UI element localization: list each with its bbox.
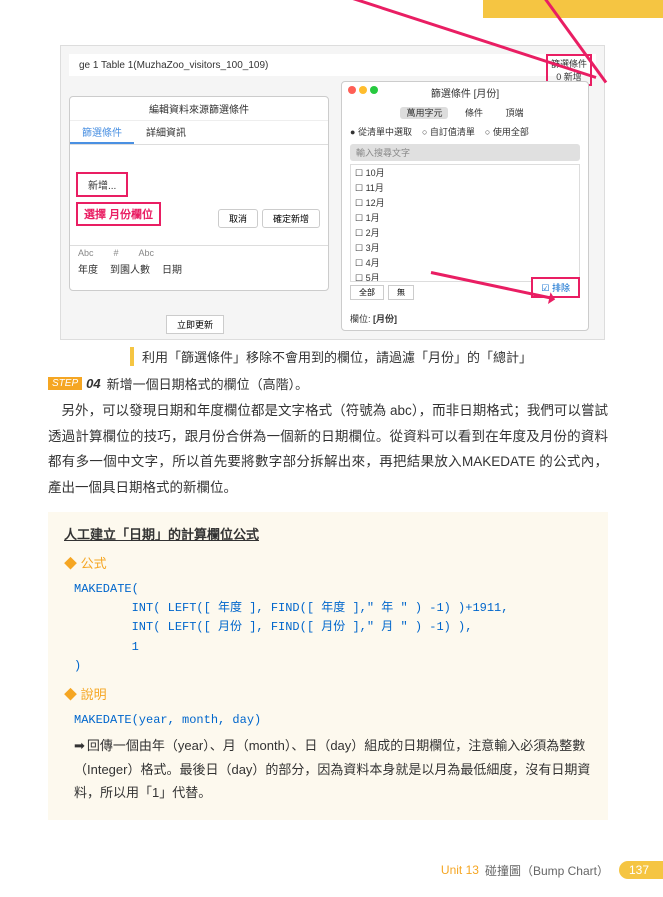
select-month-annotation: 選擇 月份欄位 <box>76 202 161 226</box>
add-button[interactable]: 新增... <box>76 172 128 197</box>
tab-wildcard[interactable]: 萬用字元 <box>400 107 448 119</box>
cb-12[interactable]: ☐ 12月 <box>351 195 579 210</box>
tab-condition[interactable]: 條件 <box>459 107 489 119</box>
explain-signature: MAKEDATE(year, month, day) <box>74 711 592 730</box>
page-number: 137 <box>619 861 663 879</box>
column-names-row: 年度 到園人數 日期 <box>70 259 328 278</box>
unit-number: Unit 13 <box>441 863 479 877</box>
formula-box: 人工建立「日期」的計算欄位公式 公式 MAKEDATE( INT( LEFT([… <box>48 512 608 820</box>
page-corner-tab <box>483 0 663 18</box>
formula-code: MAKEDATE( INT( LEFT([ 年度 ], FIND([ 年度 ],… <box>74 580 592 676</box>
window-title: ge 1 Table 1(MuzhaZoo_visitors_100_109) <box>79 60 268 71</box>
section-explain: 說明 <box>64 684 592 703</box>
step-heading: STEP 04 新增一個日期格式的欄位（高階）。 <box>48 374 308 393</box>
column-types-row: Abc # Abc <box>70 245 328 260</box>
cb-11[interactable]: ☐ 11月 <box>351 180 579 195</box>
tab-details[interactable]: 詳細資訊 <box>134 121 198 144</box>
month-checkbox-list: ☐ 10月 ☐ 11月 ☐ 12月 ☐ 1月 ☐ 2月 ☐ 3月 ☐ 4月 ☐ … <box>350 164 580 282</box>
selection-mode-radios: ● 從清單中選取 ○ 自訂值清單 ○ 使用全部 <box>342 122 588 141</box>
dialog-title: 篩選條件 [月份] <box>342 82 588 103</box>
formula-box-title: 人工建立「日期」的計算欄位公式 <box>64 524 592 543</box>
search-input[interactable]: 輸入搜尋文字 <box>350 144 580 161</box>
section-formula: 公式 <box>64 553 592 572</box>
cb-1[interactable]: ☐ 1月 <box>351 210 579 225</box>
cancel-button[interactable]: 取消 <box>218 209 258 228</box>
radio-custom[interactable]: ○ 自訂值清單 <box>422 125 475 138</box>
step-number: 04 <box>86 376 100 391</box>
cb-3[interactable]: ☐ 3月 <box>351 240 579 255</box>
radio-from-list[interactable]: ● 從清單中選取 <box>350 125 412 138</box>
filter-edit-dialog: 編輯資料來源篩選條件 篩選條件 詳細資訊 新增... 選擇 月份欄位 取消 確定… <box>69 96 329 291</box>
confirm-button[interactable]: 確定新增 <box>262 209 320 228</box>
explain-text: 回傳一個由年（year）、月（month）、日（day）組成的日期欄位，注意輸入… <box>74 734 592 804</box>
field-label: 欄位: [月份] <box>350 312 397 325</box>
step-text: 新增一個日期格式的欄位（高階）。 <box>107 374 309 393</box>
page-footer: Unit 13 碰撞圖（Bump Chart） 137 <box>441 861 663 879</box>
tab-filter[interactable]: 篩選條件 <box>70 121 134 144</box>
body-paragraph: 另外，可以發現日期和年度欄位都是文字格式（符號為 abc），而非日期格式；我們可… <box>48 398 608 501</box>
dialog-title: 編輯資料來源篩選條件 <box>70 97 328 121</box>
screenshot-figure: ge 1 Table 1(MuzhaZoo_visitors_100_109) … <box>60 45 605 340</box>
select-none-button[interactable]: 無 <box>388 285 414 300</box>
radio-all[interactable]: ○ 使用全部 <box>485 125 529 138</box>
cb-4[interactable]: ☐ 4月 <box>351 255 579 270</box>
dialog-tabs: 萬用字元 條件 頂端 <box>342 103 588 122</box>
window-traffic-lights <box>348 86 378 94</box>
main-window-titlebar: ge 1 Table 1(MuzhaZoo_visitors_100_109) <box>69 54 596 76</box>
cb-10[interactable]: ☐ 10月 <box>351 165 579 180</box>
figure-caption: 利用「篩選條件」移除不會用到的欄位，請過濾「月份」的「總計」 <box>130 347 532 366</box>
tab-top[interactable]: 頂端 <box>500 107 530 119</box>
step-badge: STEP <box>48 377 82 390</box>
select-all-button[interactable]: 全部 <box>350 285 384 300</box>
unit-name: 碰撞圖（Bump Chart） <box>485 862 609 879</box>
cb-2[interactable]: ☐ 2月 <box>351 225 579 240</box>
update-now-button[interactable]: 立即更新 <box>166 315 224 334</box>
